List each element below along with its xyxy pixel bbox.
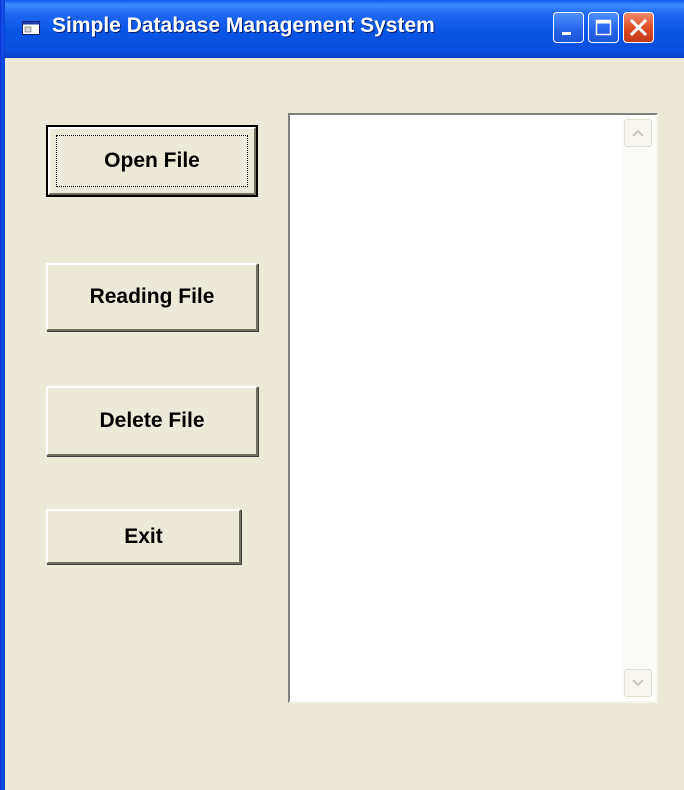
delete-file-button[interactable]: Delete File — [46, 386, 258, 456]
maximize-icon — [595, 19, 612, 36]
focus-rectangle — [56, 135, 248, 187]
window-left-border — [0, 0, 5, 790]
chevron-up-icon — [632, 129, 644, 137]
app-window: Simple Database Management System Open F… — [0, 0, 684, 790]
minimize-icon — [562, 32, 571, 35]
close-icon — [629, 18, 648, 37]
reading-file-button[interactable]: Reading File — [46, 263, 258, 331]
scroll-up-button[interactable] — [624, 119, 652, 147]
exit-label: Exit — [124, 524, 163, 548]
minimize-button[interactable] — [553, 12, 584, 43]
scroll-down-button[interactable] — [624, 669, 652, 697]
file-list-box[interactable] — [288, 113, 658, 703]
close-button[interactable] — [623, 12, 654, 43]
delete-file-label: Delete File — [99, 409, 205, 432]
title-bar[interactable]: Simple Database Management System — [0, 0, 684, 58]
exit-button[interactable]: Exit — [46, 509, 241, 564]
window-title: Simple Database Management System — [52, 14, 435, 37]
app-window-icon — [22, 21, 40, 35]
open-file-button[interactable]: Open File — [46, 125, 258, 197]
maximize-button[interactable] — [588, 12, 619, 43]
vertical-scrollbar[interactable] — [622, 115, 656, 701]
chevron-down-icon — [632, 679, 644, 687]
reading-file-label: Reading File — [89, 285, 215, 308]
